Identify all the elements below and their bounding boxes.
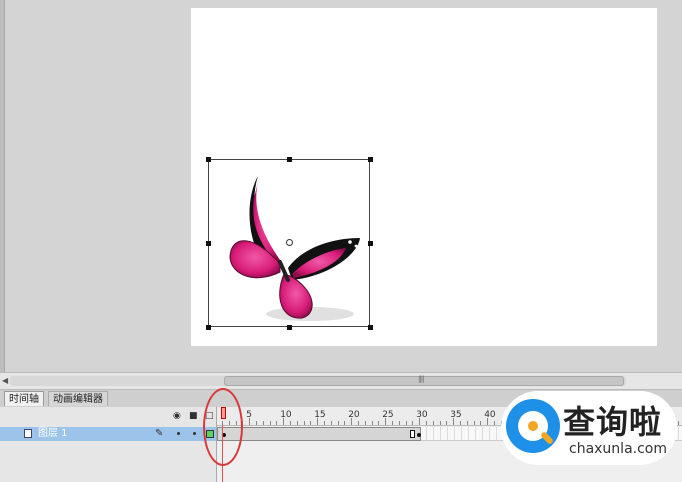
scroll-grip-icon: |||| [418,375,425,383]
annotation-circle [203,388,243,466]
watermark-title: 查询啦 [563,403,663,441]
ruler-label: 40 [484,410,496,420]
scroll-left-arrow-icon[interactable]: ◀ [2,376,8,385]
transform-handle[interactable] [206,241,211,246]
eye-icon[interactable]: ◉ [173,411,181,421]
ruler-label: 35 [450,410,462,420]
ruler-tick [473,421,475,425]
ruler-tick [466,421,468,425]
ruler-label: 5 [246,410,252,420]
ruler-tick [378,421,380,425]
tab-timeline[interactable]: 时间轴 [4,391,44,406]
end-frame[interactable] [410,430,415,438]
keyframe-span[interactable] [217,427,421,441]
layer-name[interactable]: 图层 1 [38,427,68,441]
transform-handle[interactable] [368,157,373,162]
transform-handle[interactable] [287,157,292,162]
ruler-tick [256,421,257,425]
tab-motion-editor[interactable]: 动画编辑器 [48,391,108,406]
layer-icon [24,429,32,438]
ruler-tick [677,421,679,425]
ruler-tick [276,421,278,425]
ruler-tick [344,421,346,425]
transform-handle[interactable] [287,325,292,330]
ruler-tick [371,421,373,425]
ruler-label: 20 [348,410,360,420]
ruler-tick [494,421,495,425]
ruler-tick [358,421,359,425]
ruler-tick [290,421,291,425]
pencil-icon: ✎ [155,428,164,439]
ruler-tick [426,421,427,425]
ruler-tick [310,421,312,425]
ruler-tick [392,421,393,425]
visibility-toggle[interactable] [177,432,180,435]
ruler-tick [337,421,339,425]
ruler-tick [405,421,407,425]
transform-handle[interactable] [368,325,373,330]
search-logo-icon [506,399,560,453]
ruler-label: 25 [382,410,394,420]
horizontal-scrollbar[interactable]: ◀ |||| [0,372,682,390]
transform-handle[interactable] [368,241,373,246]
watermark: 查询啦 chaxunla.com [501,391,677,465]
ruler-label: 30 [416,410,428,420]
logo-dot [528,421,538,431]
transform-handle[interactable] [206,157,211,162]
scroll-thumb[interactable] [224,376,624,386]
ruler-tick [324,421,325,425]
layer-panel: ◉ ■ □ 图层 1 ✎ [0,407,217,482]
ruler-label: 10 [280,410,292,420]
ruler-tick [480,421,482,425]
transform-handle[interactable] [206,325,211,330]
ruler-tick [412,421,414,425]
ruler-tick [439,421,441,425]
ruler-label: 15 [314,410,326,420]
layer-row[interactable]: 图层 1 ✎ [0,427,216,441]
ruler-tick [364,421,366,425]
ruler-tick [460,421,461,425]
logo-tail [539,430,555,446]
transform-pivot-point[interactable] [286,239,293,246]
watermark-url: chaxunla.com [569,441,667,457]
end-keyframe[interactable] [417,433,421,437]
ruler-tick [398,421,400,425]
ruler-tick [262,421,264,425]
ruler-tick [446,421,448,425]
ruler-tick [432,421,434,425]
lock-toggle[interactable] [193,432,196,435]
ruler-tick [330,421,332,425]
ruler-tick [269,421,271,425]
ruler-tick [303,421,305,425]
ruler-tick [296,421,298,425]
lock-icon[interactable]: ■ [189,411,198,421]
